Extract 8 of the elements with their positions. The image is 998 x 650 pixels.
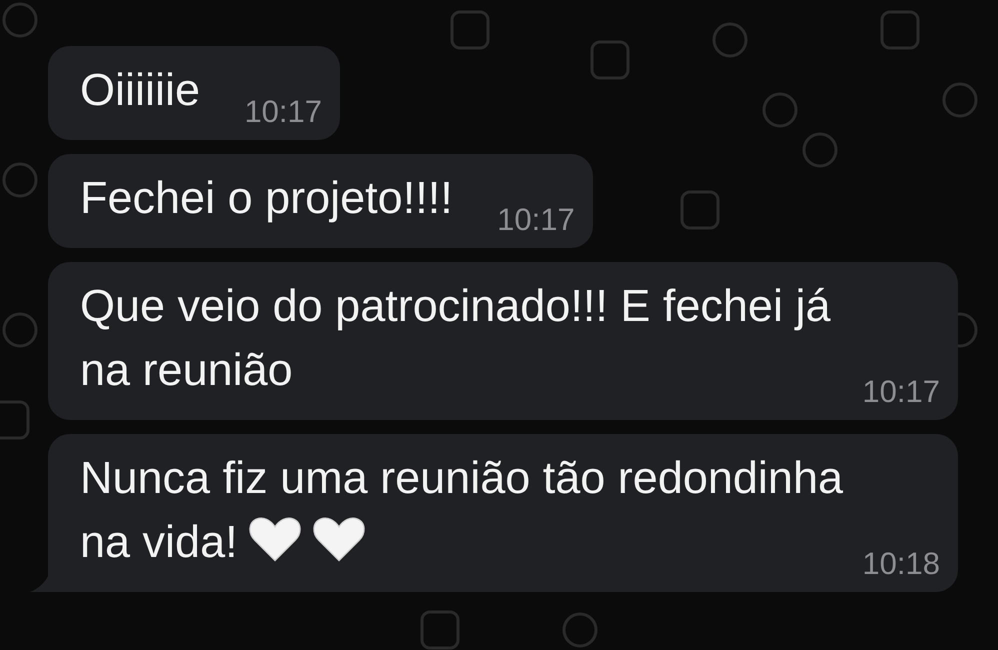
message-text: Oiiiiiie bbox=[80, 64, 200, 115]
message-time: 10:17 bbox=[862, 374, 940, 410]
message-time: 10:17 bbox=[497, 202, 575, 238]
message-text: Nunca fiz uma reunião tão redondinha na vida! bbox=[80, 452, 844, 567]
message-text: Fechei o projeto!!!! bbox=[80, 172, 453, 223]
message-text: Que veio do patrocinado!!! E fechei já na reunião bbox=[80, 280, 830, 395]
message-time: 10:18 bbox=[862, 546, 940, 582]
message-time: 10:17 bbox=[244, 94, 322, 130]
